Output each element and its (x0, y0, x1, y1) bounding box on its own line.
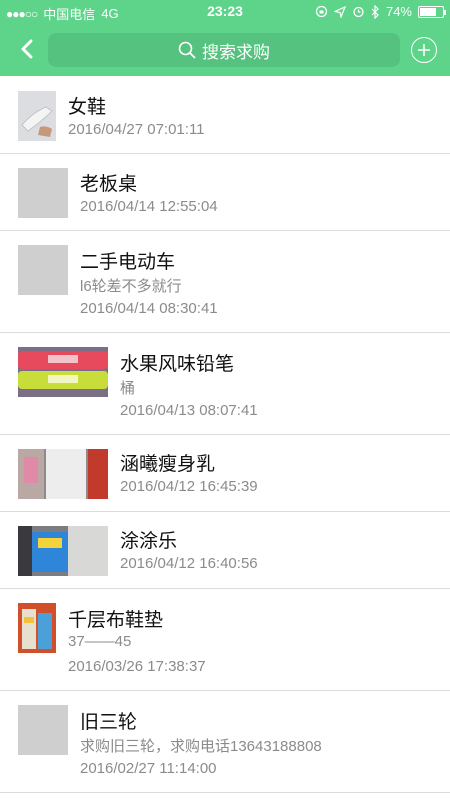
chevron-left-icon (21, 39, 33, 59)
item-thumbnail (18, 449, 108, 499)
search-label: 搜索求购 (202, 42, 270, 62)
orientation-lock-icon (315, 5, 328, 18)
item-description: l6轮差不多就行 (80, 278, 182, 295)
list-item[interactable]: 涂涂乐 2016/04/12 16:40:56 (0, 512, 450, 589)
item-title: 老板桌 (80, 174, 138, 195)
item-title: 女鞋 (68, 97, 107, 118)
item-title: 涂涂乐 (120, 531, 178, 552)
item-thumbnail (18, 705, 68, 755)
list-item[interactable]: 涵曦瘦身乳 2016/04/12 16:45:39 (0, 435, 450, 512)
item-time: 2016/04/12 16:45:39 (120, 478, 258, 495)
nav-bar: 搜索求购 (0, 26, 450, 74)
battery-percent: 74% (385, 4, 412, 19)
item-description: 求购旧三轮，求购电话13643188808 (80, 738, 322, 755)
item-description: 桶 (120, 380, 136, 397)
list-item[interactable]: 水果风味铅笔 桶 2016/04/13 08:07:41 (0, 333, 450, 435)
item-time: 2016/03/26 17:38:37 (68, 658, 206, 675)
item-title: 水果风味铅笔 (120, 354, 235, 375)
toy-image (18, 526, 108, 576)
item-thumbnail (18, 245, 68, 295)
item-time: 2016/04/12 16:40:56 (120, 555, 258, 572)
alarm-icon (353, 6, 364, 18)
status-bar: ●●●○○ 中国电信 4G 23:23 74% (0, 0, 450, 24)
item-time: 2016/04/27 07:01:11 (68, 121, 205, 138)
location-icon (333, 5, 346, 18)
list-item[interactable]: 千层布鞋垫 37——45 2016/03/26 17:38:37 (0, 589, 450, 691)
list-item[interactable]: 旧三轮 求购旧三轮，求购电话13643188808 2016/02/27 11:… (0, 691, 450, 793)
item-time: 2016/02/27 11:14:00 (80, 760, 217, 777)
item-thumbnail (18, 91, 56, 141)
list-item[interactable]: 老板桌 2016/04/14 12:55:04 (0, 154, 450, 231)
add-button[interactable] (411, 37, 437, 63)
header: ●●●○○ 中国电信 4G 23:23 74% 搜索求购 (0, 0, 450, 76)
item-thumbnail (18, 347, 108, 397)
search-icon (178, 41, 196, 59)
pencil-image (18, 347, 108, 397)
back-button[interactable] (12, 34, 42, 64)
item-thumbnail (18, 526, 108, 576)
bluetooth-icon (371, 4, 379, 19)
item-thumbnail (18, 603, 56, 653)
item-time: 2016/04/14 12:55:04 (80, 198, 218, 215)
insole-image (18, 603, 56, 653)
item-time: 2016/04/13 08:07:41 (120, 402, 258, 419)
list-item[interactable]: 二手电动车 l6轮差不多就行 2016/04/14 08:30:41 (0, 231, 450, 333)
request-list: 女鞋 2016/04/27 07:01:11 老板桌 2016/04/14 12… (0, 76, 450, 793)
item-description: 37——45 (68, 633, 132, 650)
item-thumbnail (18, 168, 68, 218)
shoe-image (18, 91, 56, 141)
search-bar[interactable]: 搜索求购 (48, 33, 400, 67)
item-time: 2016/04/14 08:30:41 (80, 300, 218, 317)
battery-icon (418, 5, 446, 18)
list-item[interactable]: 女鞋 2016/04/27 07:01:11 (0, 76, 450, 154)
item-title: 二手电动车 (80, 252, 176, 273)
plus-icon (418, 44, 430, 56)
item-title: 千层布鞋垫 (68, 610, 164, 631)
item-title: 涵曦瘦身乳 (120, 454, 216, 475)
item-title: 旧三轮 (80, 712, 138, 733)
cream-image (18, 449, 108, 499)
